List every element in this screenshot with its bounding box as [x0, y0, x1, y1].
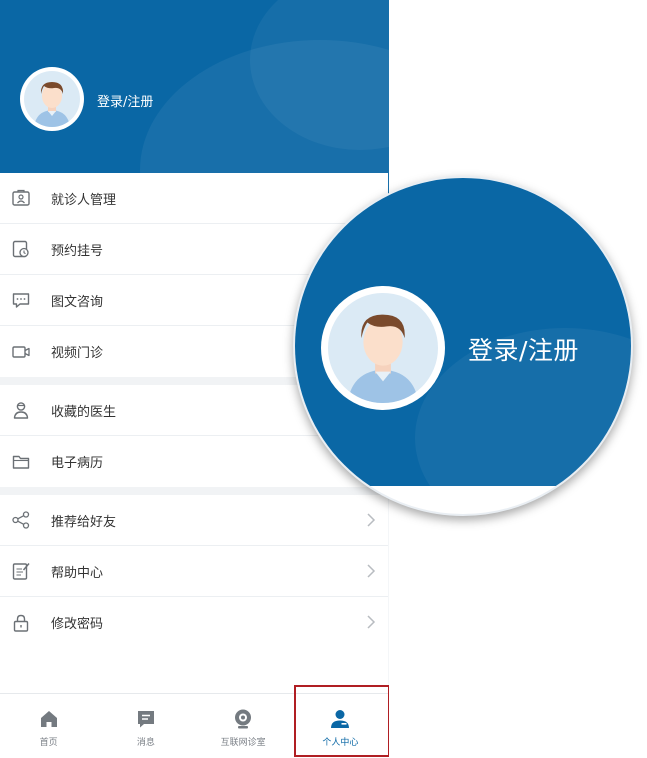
patient-card-icon [10, 187, 32, 209]
zoom-login-register-text: 登录/注册 [468, 336, 579, 365]
user-avatar-icon [347, 314, 419, 403]
home-icon [40, 711, 57, 727]
section-divider [0, 487, 388, 495]
zoom-avatar [321, 286, 445, 410]
menu-item-label: 修改密码 [51, 617, 104, 632]
menu-item-label: 图文咨询 [51, 294, 104, 310]
avatar-illustration [328, 293, 438, 403]
avatar-illustration [24, 71, 80, 127]
menu-item-label: 电子病历 [51, 456, 104, 471]
message-icon [137, 711, 154, 728]
menu-item-label: 视频门诊 [51, 346, 104, 361]
menu-item-help-center[interactable]: 帮助中心 [0, 546, 388, 597]
video-icon [10, 341, 32, 363]
profile-header: 登录/注册 [0, 0, 389, 200]
menu-item-label: 就诊人管理 [51, 192, 117, 208]
appointment-icon [10, 238, 32, 260]
tab-home[interactable]: 首页 [0, 694, 97, 758]
tab-label: 首页 [39, 738, 58, 748]
folder-icon [10, 451, 32, 473]
tab-label: 消息 [136, 738, 155, 748]
menu-item-label: 推荐给好友 [51, 514, 117, 530]
menu-item-change-password[interactable]: 修改密码 [0, 597, 388, 648]
chat-icon [10, 289, 32, 311]
menu-item-recommend-friends[interactable]: 推荐给好友 [0, 495, 388, 546]
tab-messages[interactable]: 消息 [97, 694, 194, 758]
help-doc-icon [10, 560, 32, 582]
user-avatar-icon [34, 82, 70, 127]
menu-item-label: 收藏的医生 [51, 404, 117, 420]
login-register-link[interactable]: 登录/注册 [97, 91, 153, 110]
tab-label: 互联网诊室 [220, 738, 266, 748]
lock-icon [10, 612, 32, 634]
chevron-right-icon [367, 615, 376, 629]
menu-group-settings: 推荐给好友 帮助中心 修改密码 [0, 495, 388, 648]
chevron-right-icon [367, 564, 376, 578]
doctor-icon [10, 399, 32, 421]
zoom-magnifier-callout: 登录/注册 [293, 176, 633, 516]
tab-internet-clinic[interactable]: 互联网诊室 [195, 694, 292, 758]
avatar[interactable] [20, 67, 84, 131]
clinic-camera-icon [235, 709, 252, 729]
highlight-annotation-box [294, 685, 389, 757]
share-icon [10, 509, 32, 531]
menu-item-label: 帮助中心 [51, 565, 104, 581]
chevron-right-icon [367, 513, 376, 527]
menu-item-label: 预约挂号 [51, 243, 104, 259]
